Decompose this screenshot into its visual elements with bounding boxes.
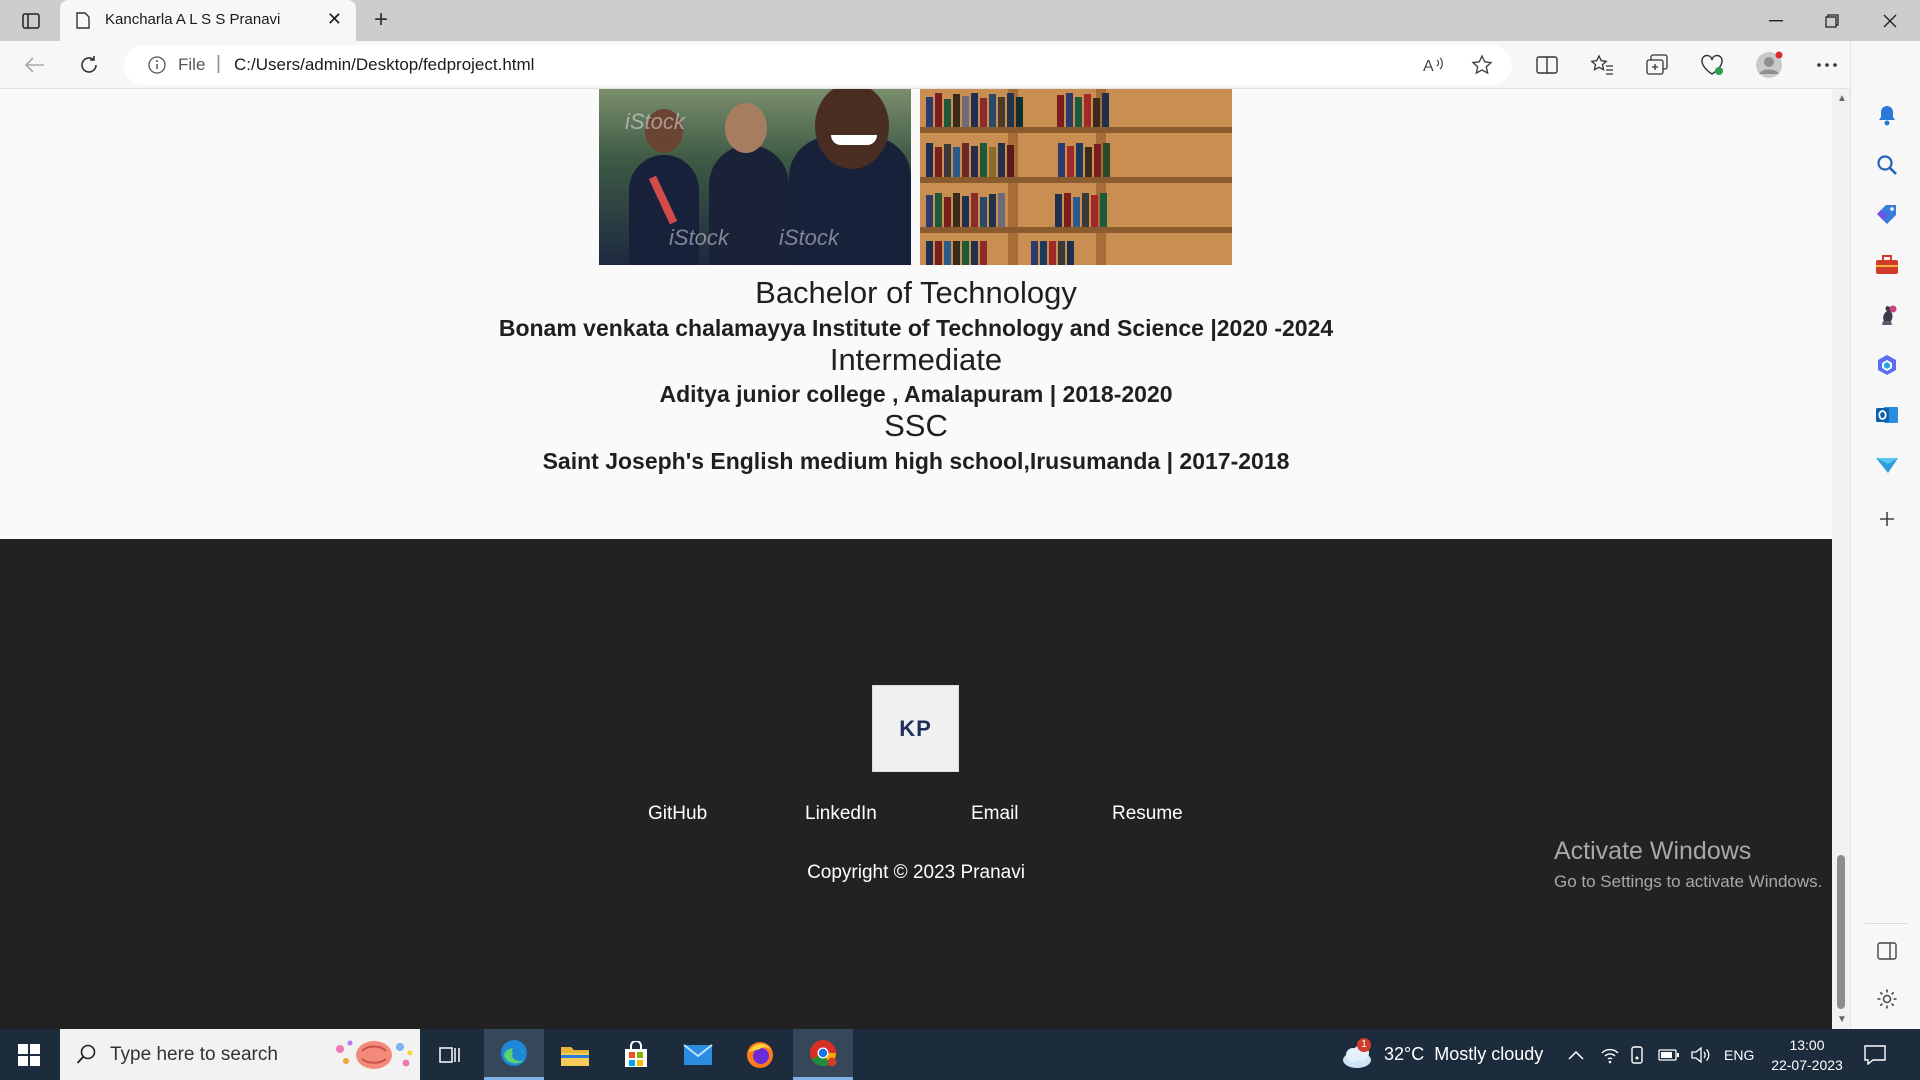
favorites-icon[interactable]	[1585, 49, 1619, 81]
education-detail-btech: Bonam venkata chalamayya Institute of Te…	[498, 315, 1334, 341]
sidebar-divider	[1865, 923, 1907, 924]
new-tab-button[interactable]: +	[366, 6, 396, 34]
search-placeholder: Type here to search	[110, 1044, 278, 1065]
scroll-down-arrow-icon[interactable]: ▼	[1837, 1014, 1847, 1025]
weather-alert-badge: 1	[1357, 1037, 1371, 1052]
address-separator: |	[216, 53, 221, 74]
education-detail-ssc: Saint Joseph's English medium high schoo…	[542, 448, 1290, 474]
battery-icon[interactable]	[1658, 1029, 1680, 1080]
education-degree-intermediate: Intermediate	[829, 342, 1003, 377]
resume-link[interactable]: Resume	[1112, 803, 1183, 825]
games-chess-icon[interactable]	[1871, 299, 1903, 331]
search-magnifier-icon	[76, 1043, 98, 1070]
activate-title: Activate Windows	[1554, 837, 1752, 865]
activate-subtitle: Go to Settings to activate Windows.	[1554, 872, 1823, 891]
clock-time: 13:00	[1789, 1037, 1825, 1053]
taskbar-store-app[interactable]	[606, 1029, 666, 1080]
graduation-photo: iStock iStock iStock	[599, 89, 911, 265]
minimize-button[interactable]	[1748, 0, 1804, 41]
address-scheme: File	[178, 55, 206, 74]
education-degree-btech: Bachelor of Technology	[755, 275, 1077, 310]
education-degree-ssc: SSC	[884, 408, 948, 443]
browser-tab-bar: Kancharla A L S S Pranavi ✕ +	[0, 0, 1920, 41]
outlook-icon[interactable]	[1871, 399, 1903, 431]
notification-center-icon[interactable]	[1864, 1029, 1886, 1080]
more-options-icon[interactable]	[1810, 49, 1844, 81]
network-wifi-icon[interactable]	[1600, 1029, 1620, 1080]
refresh-button[interactable]	[72, 49, 106, 81]
search-icon[interactable]	[1871, 149, 1903, 181]
logo-text: KP	[899, 715, 932, 741]
drop-send-icon[interactable]	[1871, 449, 1903, 481]
tab-actions-icon[interactable]	[14, 7, 48, 35]
windows-taskbar: Type here to search 1 32°C Mostly cloudy	[0, 1029, 1920, 1080]
email-link[interactable]: Email	[971, 803, 1019, 825]
kp-logo: KP	[872, 685, 959, 772]
shopping-tag-icon[interactable]	[1871, 199, 1903, 231]
image-watermark: iStock	[625, 109, 685, 134]
page-icon	[76, 12, 90, 34]
site-info-icon[interactable]	[148, 56, 166, 79]
read-aloud-icon[interactable]: A	[1422, 54, 1446, 76]
linkedin-link[interactable]: LinkedIn	[805, 803, 877, 825]
split-screen-icon[interactable]	[1530, 49, 1564, 81]
taskbar-mail-app[interactable]	[668, 1029, 728, 1080]
education-detail-intermediate: Aditya junior college , Amalapuram | 201…	[659, 381, 1173, 407]
add-sidebar-app-icon[interactable]	[1871, 503, 1903, 535]
close-window-button[interactable]	[1862, 0, 1918, 41]
search-highlight-brain-icon	[336, 1040, 413, 1069]
address-row: File | C:/Users/admin/Desktop/fedproject…	[0, 41, 1920, 89]
tab-title: Kancharla A L S S Pranavi	[105, 11, 281, 28]
github-link[interactable]: GitHub	[648, 803, 707, 825]
library-bookshelf-photo	[920, 89, 1232, 265]
browser-tab[interactable]: Kancharla A L S S Pranavi ✕	[60, 0, 356, 41]
language-indicator[interactable]: ENG	[1724, 1029, 1754, 1080]
close-tab-icon[interactable]: ✕	[327, 9, 342, 30]
back-button[interactable]	[18, 49, 52, 81]
page-scrollbar[interactable]: ▲ ▼	[1832, 89, 1850, 1029]
image-watermark: iStock	[669, 225, 729, 250]
collections-icon[interactable]	[1640, 49, 1674, 81]
notifications-bell-icon[interactable]	[1871, 99, 1903, 131]
microsoft-365-icon[interactable]	[1871, 349, 1903, 381]
scrollbar-thumb[interactable]	[1837, 855, 1845, 1009]
cloud-weather-icon: 1	[1340, 1037, 1374, 1070]
profile-avatar[interactable]	[1752, 49, 1786, 81]
taskbar-search-box[interactable]: Type here to search	[60, 1029, 420, 1080]
favorite-star-icon[interactable]	[1470, 54, 1494, 76]
show-hidden-icons-chevron[interactable]	[1568, 1029, 1584, 1080]
taskbar-file-explorer-app[interactable]	[545, 1029, 605, 1080]
image-watermark: iStock	[779, 225, 839, 250]
edge-sidebar	[1850, 41, 1920, 1029]
address-bar[interactable]: File | C:/Users/admin/Desktop/fedproject…	[124, 45, 1512, 85]
svg-text:A: A	[1423, 58, 1434, 74]
weather-text: 32°C Mostly cloudy	[1384, 1044, 1544, 1064]
sidebar-settings-gear-icon[interactable]	[1871, 983, 1903, 1015]
activate-windows-watermark: Activate Windows Go to Settings to activ…	[1554, 837, 1822, 892]
taskbar-clock[interactable]: 13:00 22-07-2023	[1768, 1035, 1846, 1075]
scroll-up-arrow-icon[interactable]: ▲	[1837, 93, 1847, 104]
hide-sidebar-icon[interactable]	[1871, 935, 1903, 967]
start-button[interactable]	[0, 1029, 58, 1080]
taskbar-chrome-app[interactable]	[793, 1029, 853, 1080]
taskbar-edge-app[interactable]	[484, 1029, 544, 1080]
page-footer: KP GitHub LinkedIn Email Resume Copyrigh…	[0, 539, 1832, 1029]
task-view-button[interactable]	[420, 1029, 480, 1080]
device-icon[interactable]	[1630, 1029, 1644, 1080]
weather-widget[interactable]: 1 32°C Mostly cloudy	[1340, 1029, 1543, 1080]
tools-briefcase-icon[interactable]	[1871, 249, 1903, 281]
restore-button[interactable]	[1804, 0, 1860, 41]
browser-essentials-icon[interactable]	[1695, 49, 1729, 81]
taskbar-firefox-app[interactable]	[730, 1029, 790, 1080]
clock-date: 22-07-2023	[1771, 1057, 1843, 1073]
volume-speaker-icon[interactable]	[1690, 1029, 1710, 1080]
address-url[interactable]: C:/Users/admin/Desktop/fedproject.html	[234, 55, 534, 75]
